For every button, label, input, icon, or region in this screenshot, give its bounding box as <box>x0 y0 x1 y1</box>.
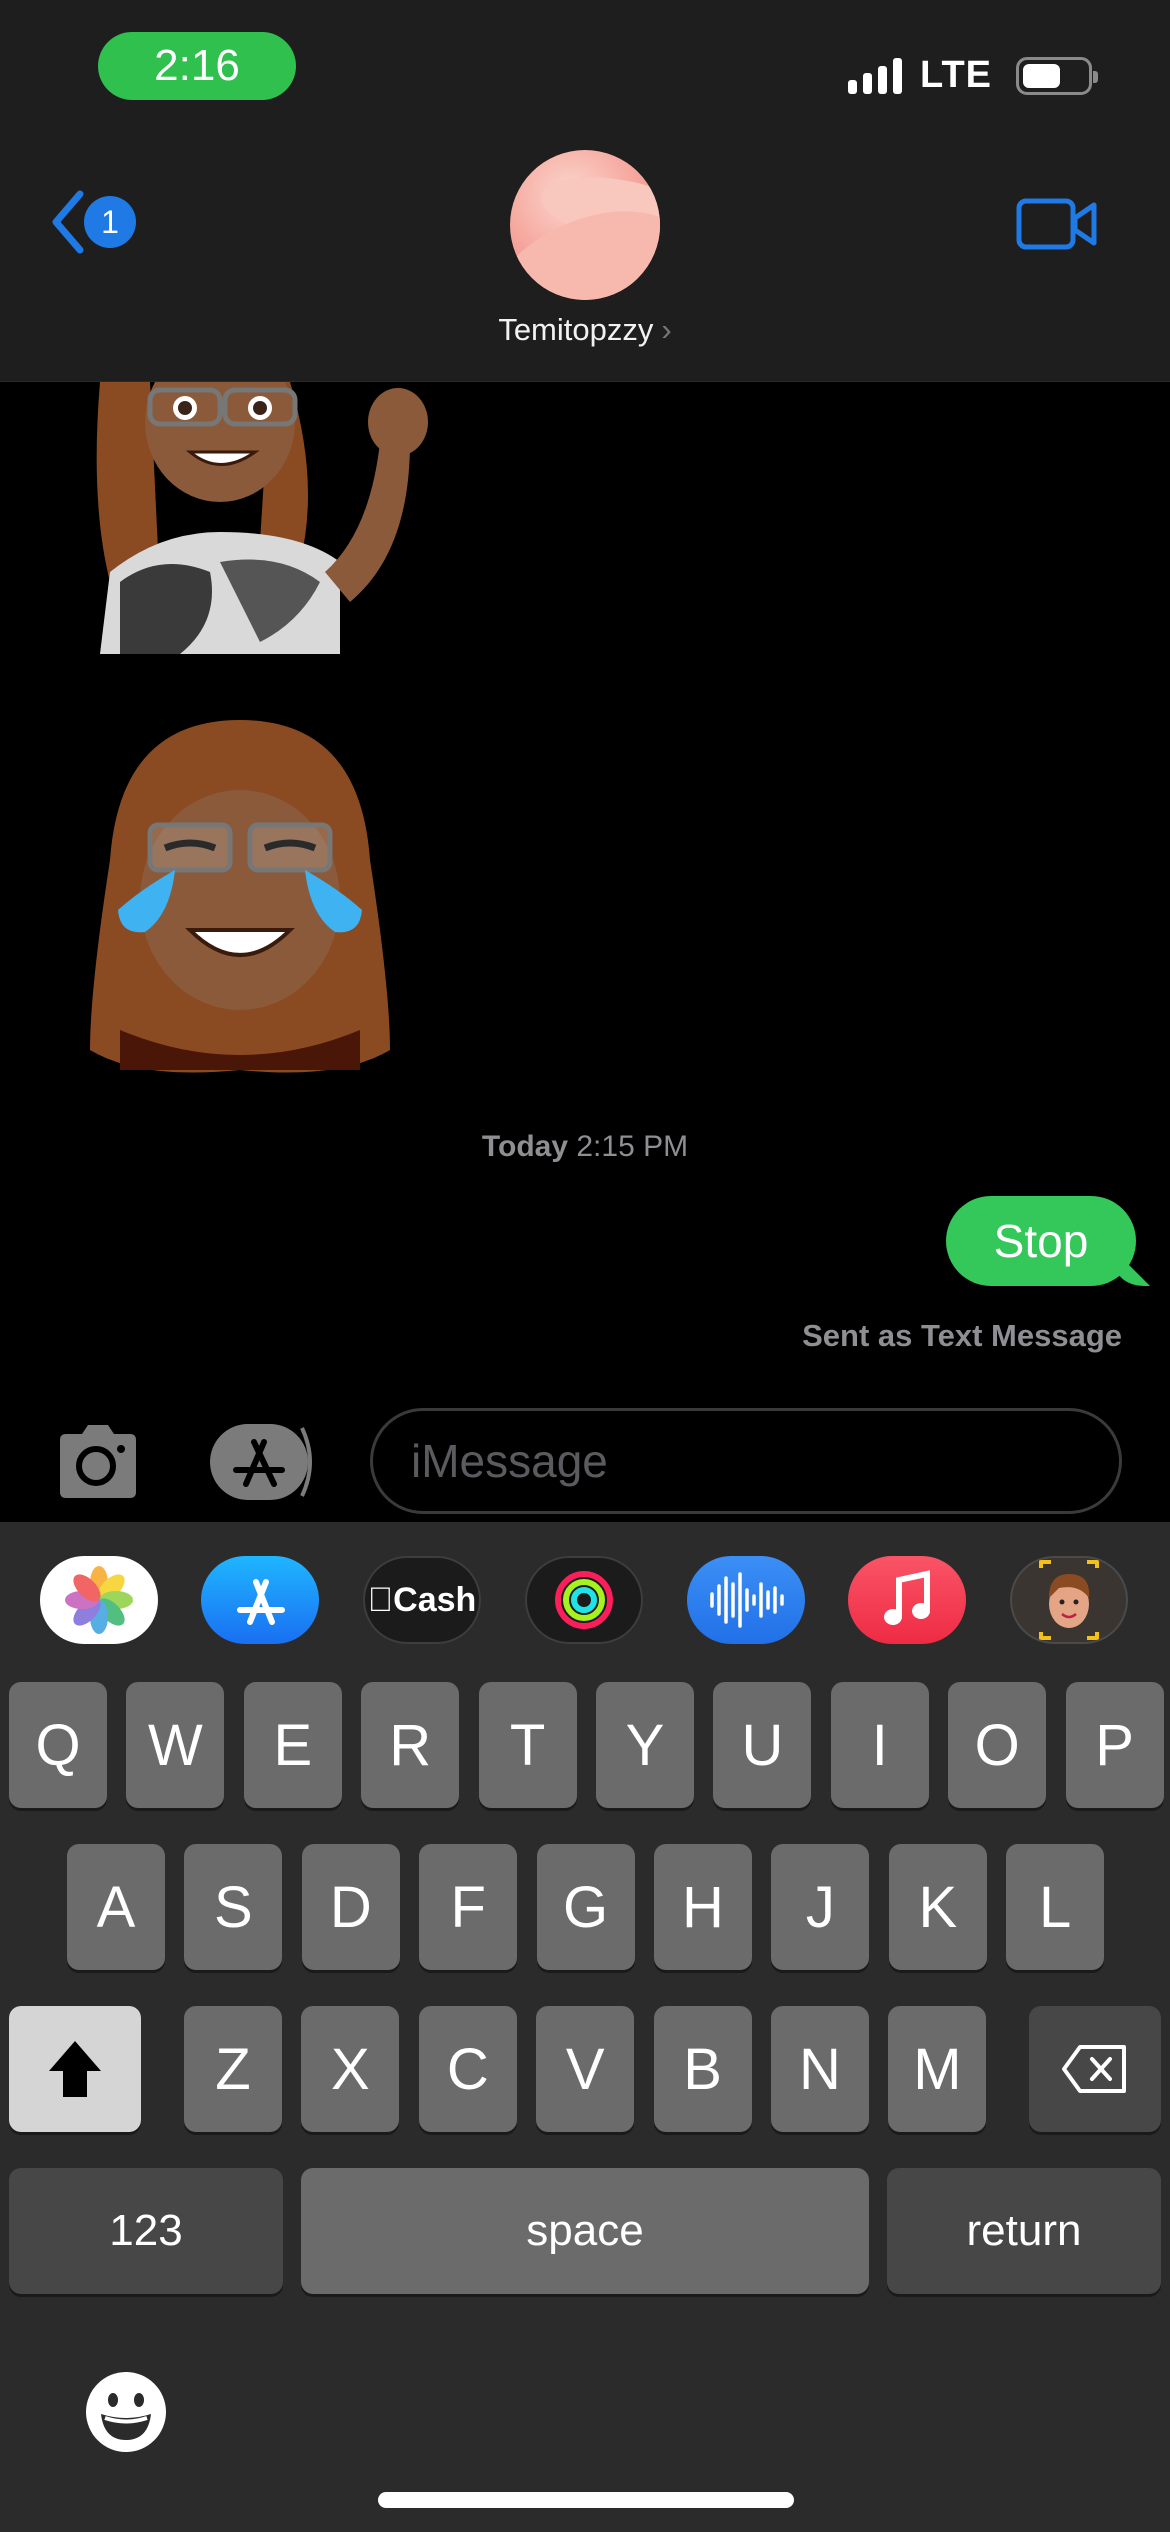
home-indicator[interactable] <box>378 2492 794 2508</box>
photos-app-button[interactable] <box>40 1556 158 1644</box>
message-input[interactable] <box>370 1408 1122 1514</box>
key-e[interactable]: E <box>243 1682 342 1808</box>
chevron-right-icon: › <box>661 312 672 347</box>
app-store-icon <box>237 1579 285 1625</box>
sms-bubble[interactable]: Stop <box>946 1196 1136 1286</box>
activity-app-button[interactable] <box>525 1556 643 1644</box>
memoji-sticker-waving[interactable] <box>80 382 450 654</box>
key-z[interactable]: Z <box>184 2006 282 2132</box>
delivery-status: Sent as Text Message <box>802 1318 1122 1353</box>
space-key[interactable]: space <box>301 2168 869 2294</box>
app-store-app-button[interactable] <box>201 1556 319 1644</box>
apple-cash-icon:  <box>368 1581 394 1620</box>
key-r[interactable]: R <box>361 1682 460 1808</box>
audio-message-app-button[interactable] <box>687 1556 805 1644</box>
key-u[interactable]: U <box>713 1682 812 1808</box>
key-f[interactable]: F <box>419 1844 518 1970</box>
compose-bar <box>0 1400 1170 1522</box>
battery-icon <box>1016 56 1098 95</box>
key-t[interactable]: T <box>478 1682 577 1808</box>
sent-message[interactable]: Stop <box>946 1196 1136 1286</box>
emoji-face-icon[interactable] <box>84 2370 168 2454</box>
backspace-icon <box>1062 2045 1126 2093</box>
key-l[interactable]: L <box>1006 1844 1105 1970</box>
photos-icon <box>65 1566 133 1634</box>
cellular-signal-icon <box>848 57 903 94</box>
activity-rings-icon <box>555 1571 613 1629</box>
key-c[interactable]: C <box>418 2006 517 2132</box>
key-q[interactable]: Q <box>9 1682 107 1808</box>
audio-waveform-icon <box>710 1572 784 1628</box>
imessage-app-strip: Cash <box>0 1556 1170 1648</box>
unread-count-badge: 1 <box>84 196 136 248</box>
key-b[interactable]: B <box>653 2006 752 2132</box>
key-h[interactable]: H <box>654 1844 752 1970</box>
video-camera-icon[interactable] <box>1016 198 1098 250</box>
contact-avatar[interactable] <box>510 150 660 300</box>
chevron-left-icon <box>52 190 84 254</box>
conversation-header: 2:16 LTE 1 Temitopzzy › <box>0 0 1170 382</box>
shift-key[interactable] <box>9 2006 141 2132</box>
key-k[interactable]: K <box>888 1844 987 1970</box>
memoji-app-button[interactable] <box>1010 1556 1128 1644</box>
key-s[interactable]: S <box>184 1844 283 1970</box>
shift-arrow-icon <box>49 2041 101 2097</box>
message-timestamp: Today 2:15 PM <box>0 1130 1170 1164</box>
app-store-icon[interactable] <box>206 1422 320 1502</box>
return-key[interactable]: return <box>887 2168 1161 2294</box>
music-app-button[interactable] <box>848 1556 966 1644</box>
key-v[interactable]: V <box>536 2006 635 2132</box>
memoji-sticker-crying-laughing[interactable] <box>80 710 400 1080</box>
camera-icon[interactable] <box>52 1422 144 1500</box>
timestamp-day: Today <box>481 1130 569 1163</box>
apple-cash-app-button[interactable]: Cash <box>363 1556 481 1644</box>
memoji-icon <box>1039 1560 1099 1640</box>
key-o[interactable]: O <box>948 1682 1047 1808</box>
contact-name: Temitopzzy <box>498 312 654 347</box>
contact-name-button[interactable]: Temitopzzy › <box>0 312 1170 348</box>
status-time[interactable]: 2:16 <box>98 32 296 100</box>
key-d[interactable]: D <box>301 1844 400 1970</box>
key-y[interactable]: Y <box>596 1682 694 1808</box>
key-m[interactable]: M <box>888 2006 987 2132</box>
key-i[interactable]: I <box>830 1682 929 1808</box>
battery-level-fill <box>1023 63 1061 88</box>
key-a[interactable]: A <box>67 1844 165 1970</box>
delete-key[interactable] <box>1029 2006 1161 2132</box>
key-w[interactable]: W <box>126 1682 225 1808</box>
numbers-key[interactable]: 123 <box>9 2168 283 2294</box>
key-p[interactable]: P <box>1065 1682 1164 1808</box>
status-indicators: LTE <box>848 54 1098 97</box>
key-x[interactable]: X <box>301 2006 400 2132</box>
key-j[interactable]: J <box>771 1844 870 1970</box>
network-type: LTE <box>920 54 992 96</box>
back-button[interactable]: 1 <box>48 190 136 254</box>
timestamp-time: 2:15 PM <box>576 1130 689 1163</box>
music-note-icon <box>884 1570 930 1625</box>
key-n[interactable]: N <box>771 2006 869 2132</box>
keyboard: Cash <box>0 1522 1170 2532</box>
key-g[interactable]: G <box>536 1844 635 1970</box>
